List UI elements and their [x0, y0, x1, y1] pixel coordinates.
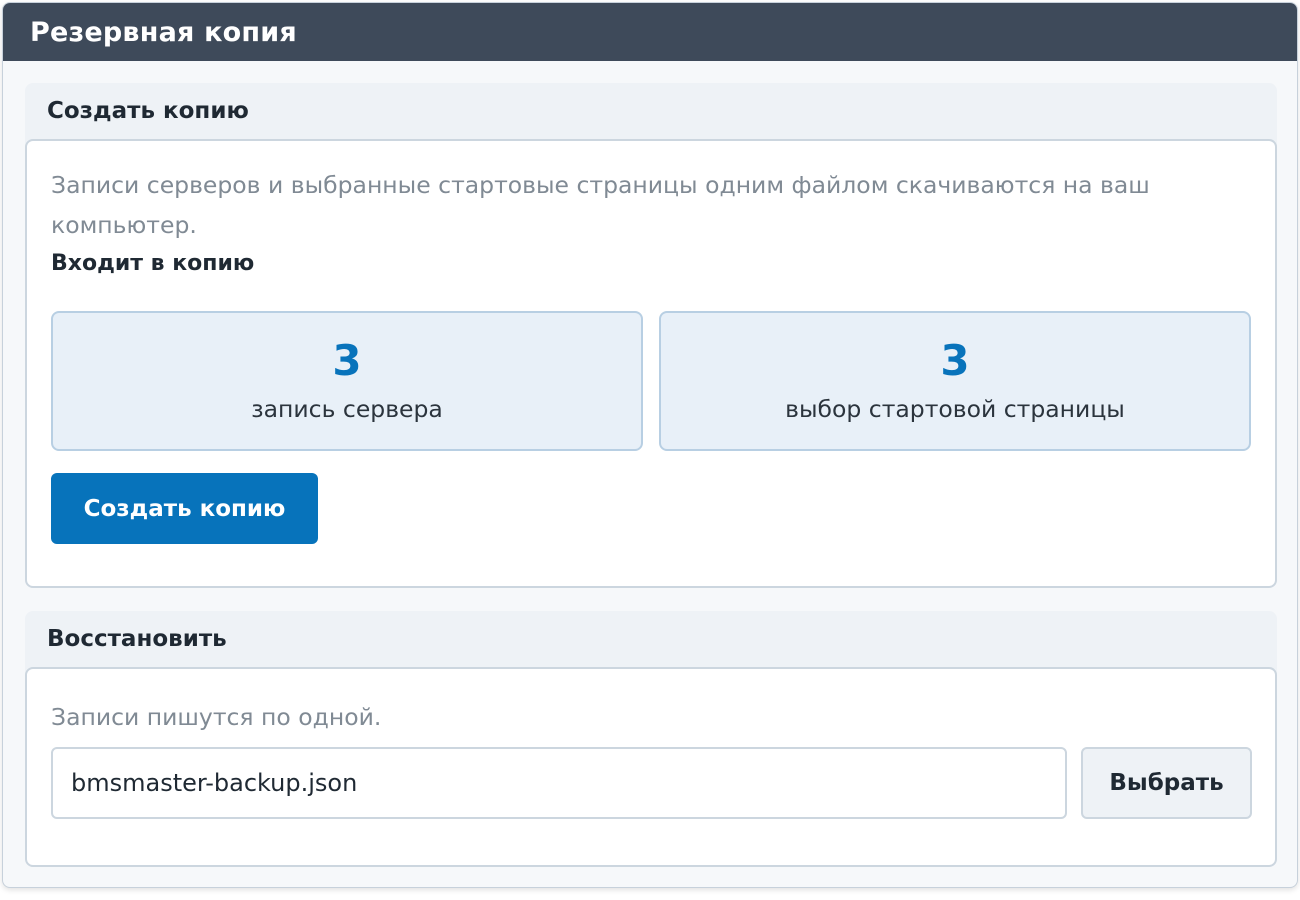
create-description: Записи серверов и выбранные стартовые ст…	[51, 171, 1150, 239]
includes-heading: Входит в копию	[51, 251, 255, 276]
create-section-title: Создать копию	[47, 98, 249, 124]
restore-section-title: Восстановить	[47, 626, 227, 652]
create-section-header: Создать копию	[25, 83, 1277, 139]
window-title: Резервная копия	[30, 16, 297, 48]
restore-section: Восстановить Записи пишутся по одной. Вы…	[25, 611, 1277, 867]
window-titlebar: Резервная копия	[3, 3, 1297, 61]
create-backup-button[interactable]: Создать копию	[51, 473, 318, 544]
stat-server-records: 3 запись сервера	[51, 311, 643, 451]
restore-description: Записи пишутся по одной.	[51, 703, 382, 731]
backup-file-field[interactable]	[51, 747, 1067, 819]
choose-file-button[interactable]: Выбрать	[1081, 747, 1252, 819]
stat-server-records-label: запись сервера	[251, 395, 443, 423]
restore-section-header: Восстановить	[25, 611, 1277, 667]
backup-window: Резервная копия Создать копию Записи сер…	[2, 2, 1298, 888]
stat-start-pages-label: выбор стартовой страницы	[785, 395, 1125, 423]
stat-start-pages: 3 выбор стартовой страницы	[659, 311, 1251, 451]
create-backup-card: Записи серверов и выбранные стартовые ст…	[25, 139, 1277, 588]
create-backup-section: Создать копию Записи серверов и выбранны…	[25, 83, 1277, 588]
restore-card: Записи пишутся по одной. Выбрать	[25, 667, 1277, 867]
stat-server-records-value: 3	[332, 336, 362, 385]
stat-start-pages-value: 3	[940, 336, 970, 385]
